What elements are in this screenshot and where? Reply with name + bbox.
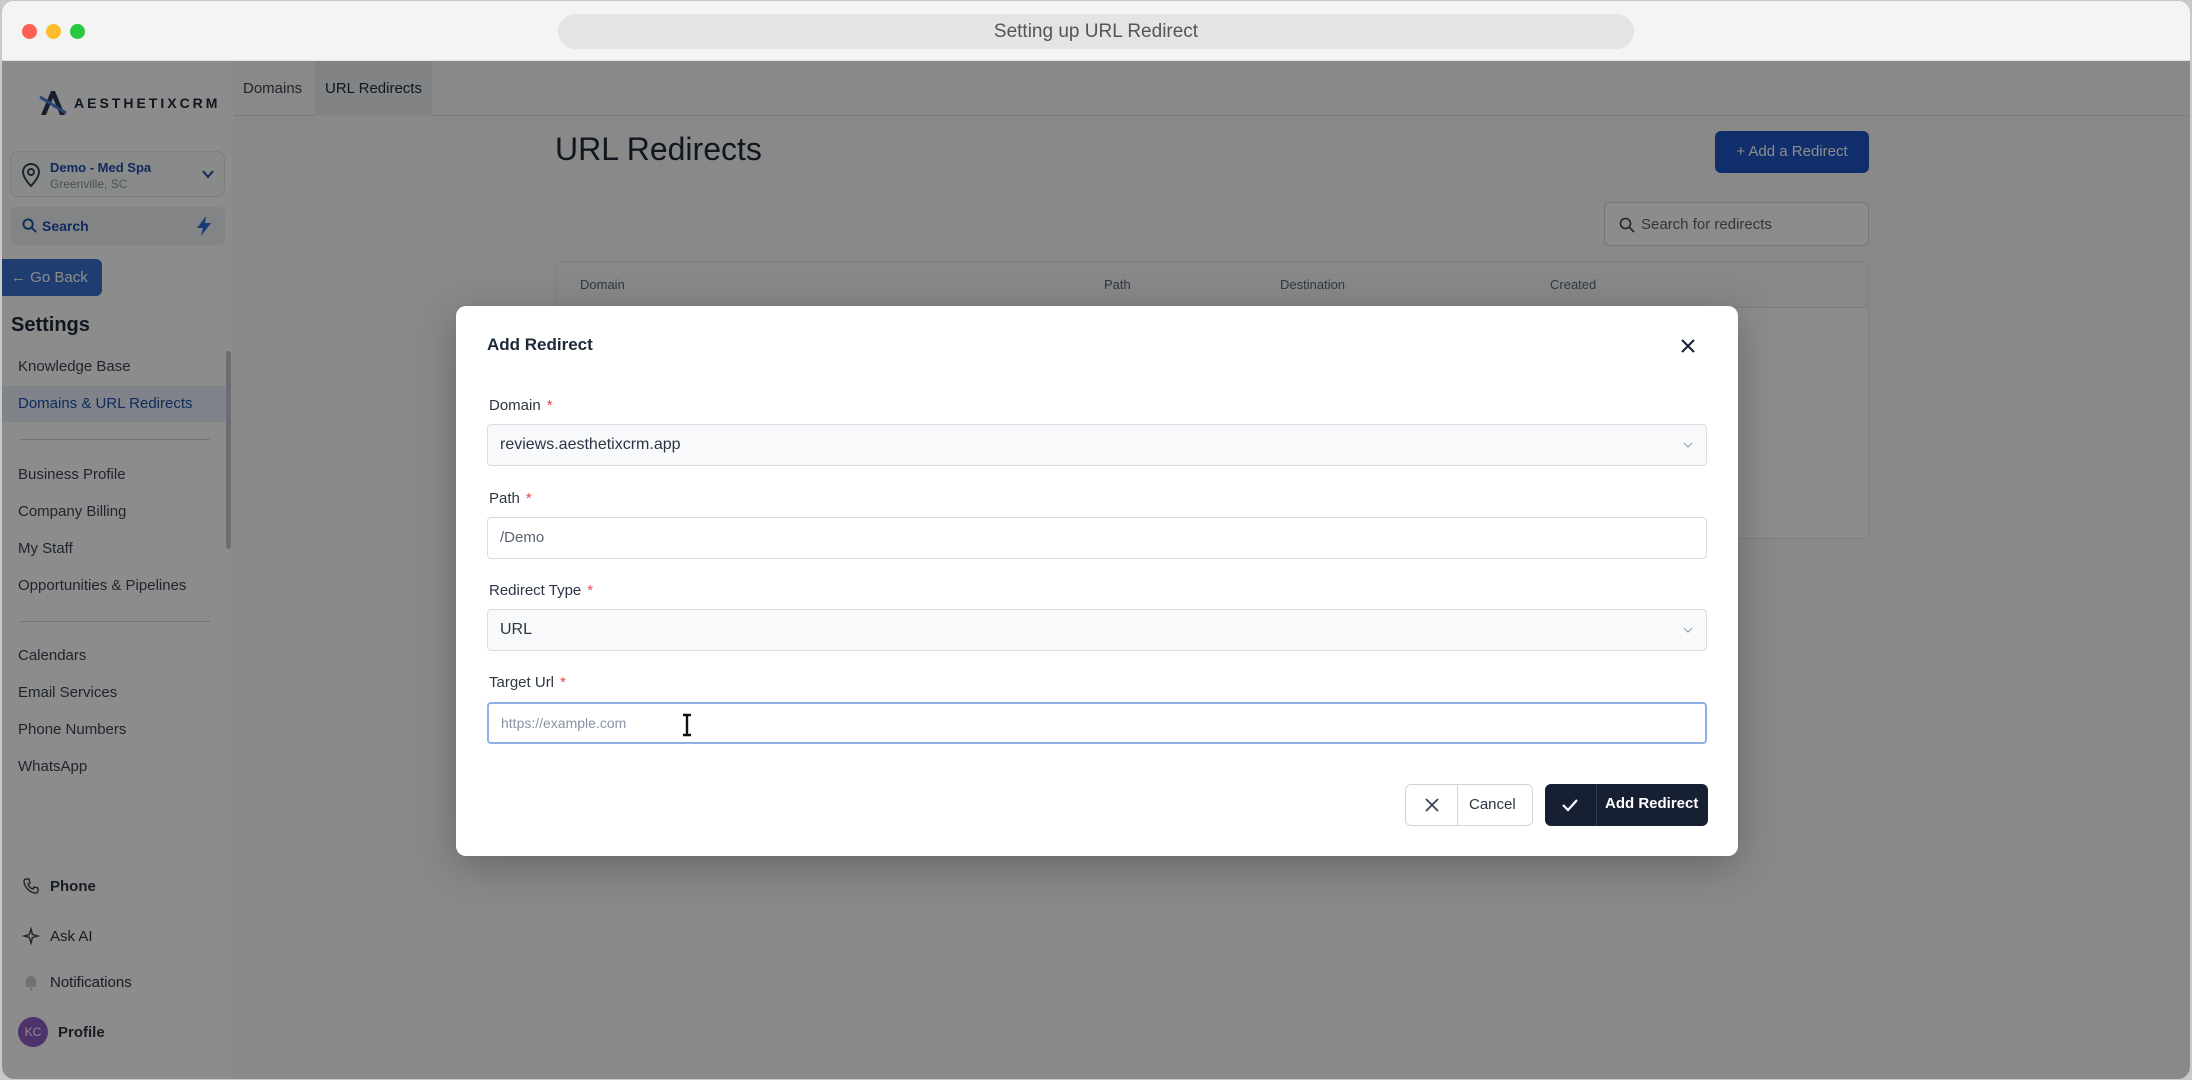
domain-label-text: Domain [489,397,541,414]
domain-label: Domain * [489,397,553,414]
required-marker: * [587,582,594,599]
add-redirect-submit-button[interactable]: Add Redirect [1545,784,1708,826]
minimize-window-button[interactable] [46,24,61,39]
close-icon [1425,798,1439,812]
domain-select[interactable]: reviews.aesthetixcrm.app [487,424,1707,466]
path-value: /Demo [500,529,545,546]
modal-title: Add Redirect [487,335,593,354]
redirect-type-select[interactable]: URL [487,609,1707,651]
add-redirect-label: Add Redirect [1605,795,1699,812]
target-url-placeholder: https://example.com [501,715,627,731]
required-marker: * [560,674,566,691]
path-label: Path * [489,490,532,507]
redirect-type-label: Redirect Type * [489,582,593,599]
chevron-down-icon [1683,442,1693,448]
path-label-text: Path [489,490,520,507]
title-bar: Setting up URL Redirect [2,1,2190,61]
redirect-type-value: URL [500,621,533,638]
add-redirect-modal: Add Redirect Domain * reviews.aesthetixcr… [456,306,1738,856]
app-window: Setting up URL Redirect AESTHETIXCRM Dem… [2,1,2190,1079]
redirect-type-label-text: Redirect Type [489,582,582,599]
path-input[interactable]: /Demo [487,517,1707,559]
required-marker: * [525,490,532,507]
maximize-window-button[interactable] [70,24,85,39]
check-icon [1562,799,1578,812]
chevron-down-icon [1683,627,1693,633]
cancel-label: Cancel [1469,796,1516,813]
required-marker: * [546,397,553,414]
target-url-label: Target Url * [489,674,566,691]
text-cursor-icon [683,713,691,737]
check-icon-box [1545,784,1597,826]
window-title: Setting up URL Redirect [558,14,1634,49]
cancel-icon-box [1406,785,1458,825]
cancel-button[interactable]: Cancel [1405,784,1533,826]
close-icon[interactable] [1678,336,1698,356]
target-url-input[interactable]: https://example.com [487,702,1707,744]
close-window-button[interactable] [22,24,37,39]
target-url-label-text: Target Url [489,674,555,691]
domain-value: reviews.aesthetixcrm.app [500,436,681,453]
